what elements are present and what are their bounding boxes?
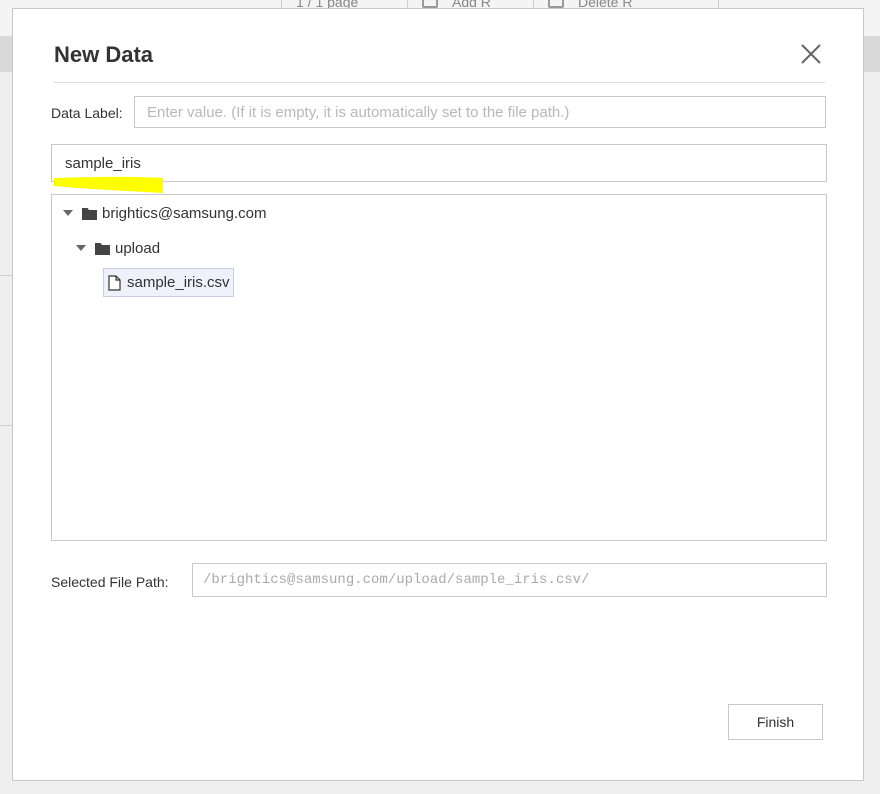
background-divider xyxy=(0,425,12,426)
background-divider xyxy=(0,275,12,276)
tree-node-label: brightics@samsung.com xyxy=(102,204,267,222)
dialog-title: New Data xyxy=(54,42,154,67)
file-search-input[interactable] xyxy=(51,144,827,182)
new-data-dialog: New Data Data Label: brightics@samsung.c… xyxy=(12,8,864,781)
caret-down-icon[interactable] xyxy=(62,207,74,219)
background-add-row-button: Add R xyxy=(407,0,533,8)
tree-node-upload[interactable]: upload xyxy=(75,236,160,260)
title-divider xyxy=(54,82,825,83)
tree-node-label: sample_iris.csv xyxy=(127,274,230,291)
finish-button[interactable]: Finish xyxy=(728,704,823,740)
data-label-input[interactable] xyxy=(134,96,826,128)
folder-icon xyxy=(95,242,110,255)
tree-node-file[interactable]: sample_iris.csv xyxy=(103,268,234,297)
background-page-indicator: 1 / 1 page xyxy=(281,0,407,8)
selected-path-label: Selected File Path: xyxy=(51,574,169,590)
close-icon xyxy=(801,44,821,64)
file-icon xyxy=(108,274,121,291)
selected-path-field[interactable] xyxy=(192,563,827,597)
background-delete-row-button: Delete R xyxy=(533,0,719,8)
tree-node-root[interactable]: brightics@samsung.com xyxy=(62,201,266,225)
caret-down-icon[interactable] xyxy=(75,242,87,254)
file-tree: brightics@samsung.com upload sample_iris… xyxy=(51,194,827,541)
tree-node-label: upload xyxy=(115,239,161,257)
folder-icon xyxy=(82,207,97,220)
data-label-text: Data Label: xyxy=(51,105,123,121)
close-button[interactable] xyxy=(799,42,823,66)
